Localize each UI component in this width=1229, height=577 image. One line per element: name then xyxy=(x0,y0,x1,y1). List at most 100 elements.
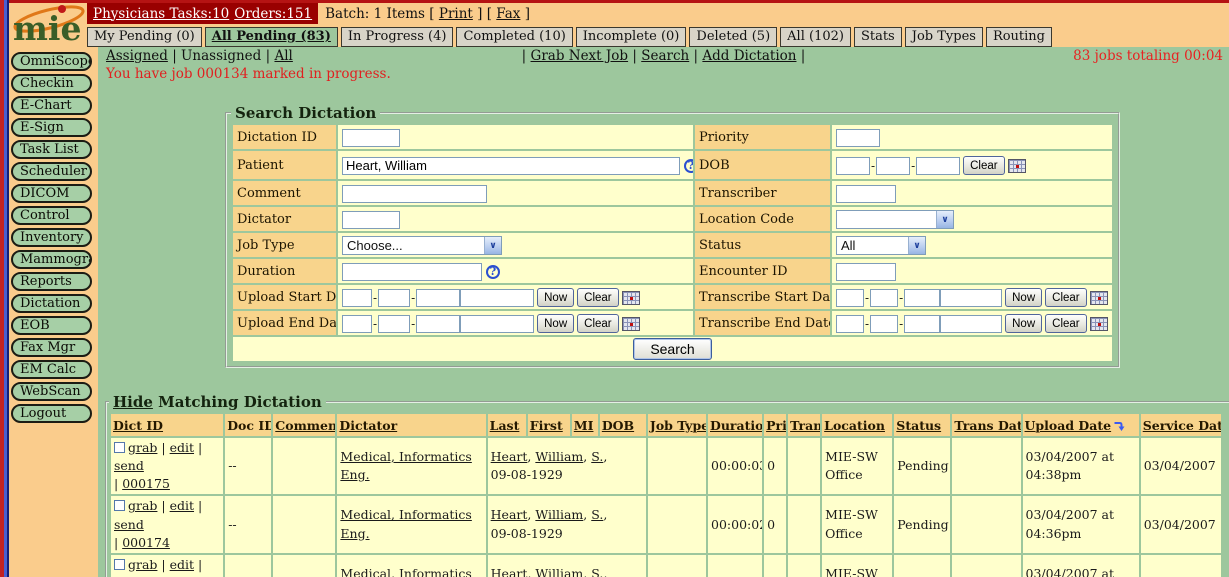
dict-id-link[interactable]: 000174 xyxy=(122,535,170,550)
column-header-trans[interactable]: Trans xyxy=(788,414,820,436)
grab-link[interactable]: grab xyxy=(128,440,157,455)
search-link[interactable]: Search xyxy=(641,48,689,64)
sidebar-item-dicom[interactable]: DICOM xyxy=(11,184,92,203)
transcriber-input[interactable] xyxy=(836,185,896,203)
patient-mi-link[interactable]: S. xyxy=(591,449,603,464)
sidebar-item-logout[interactable]: Logout xyxy=(11,404,92,423)
patient-first-link[interactable]: William xyxy=(535,507,583,522)
patient-first-link[interactable]: William xyxy=(535,566,583,577)
sidebar-item-em-calc[interactable]: EM Calc xyxy=(11,360,92,379)
dob-month-input[interactable] xyxy=(836,157,870,175)
sidebar-item-e-sign[interactable]: E-Sign xyxy=(11,118,92,137)
tab-all-pending-83[interactable]: All Pending (83) xyxy=(205,27,338,47)
dob-day-input[interactable] xyxy=(876,157,910,175)
filter-all-link[interactable]: All xyxy=(274,48,292,64)
sidebar-item-inventory[interactable]: Inventory xyxy=(11,228,92,247)
filter-assigned-link[interactable]: Assigned xyxy=(106,48,168,64)
transcribe-end-calendar-icon[interactable] xyxy=(1090,317,1108,331)
row-checkbox[interactable] xyxy=(114,442,125,453)
sidebar-item-task-list[interactable]: Task List xyxy=(11,140,92,159)
sidebar-item-scheduler[interactable]: Scheduler xyxy=(11,162,92,181)
send-link[interactable]: send xyxy=(114,517,144,532)
filter-unassigned[interactable]: Unassigned xyxy=(181,48,261,64)
transcribe-start-day-input[interactable] xyxy=(870,289,898,307)
send-link[interactable]: send xyxy=(114,458,144,473)
column-header-dob[interactable]: DOB xyxy=(600,414,646,436)
tab-completed-10[interactable]: Completed (10) xyxy=(456,27,572,47)
tab-deleted-5[interactable]: Deleted (5) xyxy=(689,27,777,47)
edit-link[interactable]: edit xyxy=(170,440,194,455)
tab-stats[interactable]: Stats xyxy=(854,27,902,47)
column-header-status[interactable]: Status xyxy=(894,414,950,436)
grab-link[interactable]: grab xyxy=(128,498,157,513)
upload-end-year-input[interactable] xyxy=(416,315,460,333)
priority-input[interactable] xyxy=(836,129,880,147)
column-header-trans-date[interactable]: Trans Date xyxy=(952,414,1020,436)
add-dictation-link[interactable]: Add Dictation xyxy=(702,48,796,64)
hide-results-link[interactable]: Hide xyxy=(113,393,153,411)
upload-start-month-input[interactable] xyxy=(342,289,372,307)
column-header-dictator[interactable]: Dictator xyxy=(337,414,485,436)
patient-last-link[interactable]: Heart xyxy=(491,449,528,464)
dictator-link[interactable]: Medical, Informatics Eng. xyxy=(340,566,471,577)
upload-start-calendar-icon[interactable] xyxy=(622,291,640,305)
fax-link[interactable]: Fax xyxy=(496,6,520,22)
patient-input[interactable] xyxy=(342,157,680,175)
status-select[interactable]: All∨ xyxy=(836,236,926,255)
column-header-last[interactable]: Last xyxy=(488,414,526,436)
column-header-dict-id[interactable]: Dict ID xyxy=(111,414,223,436)
column-header-pri[interactable]: Pri xyxy=(764,414,786,436)
dictator-input[interactable] xyxy=(342,211,400,229)
upload-start-clear-button[interactable]: Clear xyxy=(577,288,618,307)
tab-in-progress-4[interactable]: In Progress (4) xyxy=(341,27,454,47)
column-header-upload-date[interactable]: Upload Date xyxy=(1023,414,1139,436)
patient-last-link[interactable]: Heart xyxy=(491,507,528,522)
tab-job-types[interactable]: Job Types xyxy=(905,27,983,47)
comment-input[interactable] xyxy=(342,185,487,203)
edit-link[interactable]: edit xyxy=(170,498,194,513)
sidebar-item-reports[interactable]: Reports xyxy=(11,272,92,291)
duration-help-icon[interactable]: ? xyxy=(486,265,500,279)
sidebar-item-dictation[interactable]: Dictation xyxy=(11,294,92,313)
edit-link[interactable]: edit xyxy=(170,557,194,572)
sidebar-item-eob[interactable]: EOB xyxy=(11,316,92,335)
patient-last-link[interactable]: Heart xyxy=(491,566,528,577)
upload-end-now-button[interactable]: Now xyxy=(537,314,574,333)
dob-calendar-icon[interactable] xyxy=(1008,159,1026,173)
column-header-first[interactable]: First xyxy=(528,414,570,436)
tab-all-102[interactable]: All (102) xyxy=(780,27,851,47)
upload-end-time-input[interactable] xyxy=(460,315,534,333)
dob-year-input[interactable] xyxy=(916,157,960,175)
physicians-tasks-link[interactable]: Physicians Tasks:10 xyxy=(93,6,229,22)
column-header-job-type[interactable]: Job Type xyxy=(648,414,706,436)
column-header-duration[interactable]: Duration xyxy=(708,414,762,436)
upload-start-year-input[interactable] xyxy=(416,289,460,307)
sidebar-item-webscan[interactable]: WebScan xyxy=(11,382,92,401)
tab-routing[interactable]: Routing xyxy=(986,27,1052,47)
dictator-link[interactable]: Medical, Informatics Eng. xyxy=(340,507,471,540)
tab-my-pending-0[interactable]: My Pending (0) xyxy=(87,27,202,47)
sidebar-item-checkin[interactable]: Checkin xyxy=(11,74,92,93)
column-header-mi[interactable]: MI xyxy=(572,414,598,436)
transcribe-end-time-input[interactable] xyxy=(940,315,1002,333)
patient-help-icon[interactable]: ? xyxy=(684,159,693,173)
dictator-link[interactable]: Medical, Informatics Eng. xyxy=(340,449,471,482)
transcribe-end-now-button[interactable]: Now xyxy=(1005,314,1042,333)
grab-next-job-link[interactable]: Grab Next Job xyxy=(531,48,629,64)
transcribe-start-time-input[interactable] xyxy=(940,289,1002,307)
sidebar-item-control[interactable]: Control xyxy=(11,206,92,225)
upload-start-day-input[interactable] xyxy=(378,289,410,307)
patient-first-link[interactable]: William xyxy=(535,449,583,464)
transcribe-start-calendar-icon[interactable] xyxy=(1090,291,1108,305)
patient-mi-link[interactable]: S. xyxy=(591,507,603,522)
dictation-id-input[interactable] xyxy=(342,129,400,147)
column-header-comment[interactable]: Comment xyxy=(273,414,335,436)
upload-start-now-button[interactable]: Now xyxy=(537,288,574,307)
row-checkbox[interactable] xyxy=(114,559,125,570)
transcribe-start-now-button[interactable]: Now xyxy=(1005,288,1042,307)
patient-mi-link[interactable]: S. xyxy=(591,566,603,577)
tab-incomplete-0[interactable]: Incomplete (0) xyxy=(576,27,687,47)
orders-link[interactable]: Orders:151 xyxy=(234,6,312,22)
transcribe-start-year-input[interactable] xyxy=(904,289,940,307)
sidebar-item-omniscope[interactable]: OmniScope xyxy=(11,52,92,71)
